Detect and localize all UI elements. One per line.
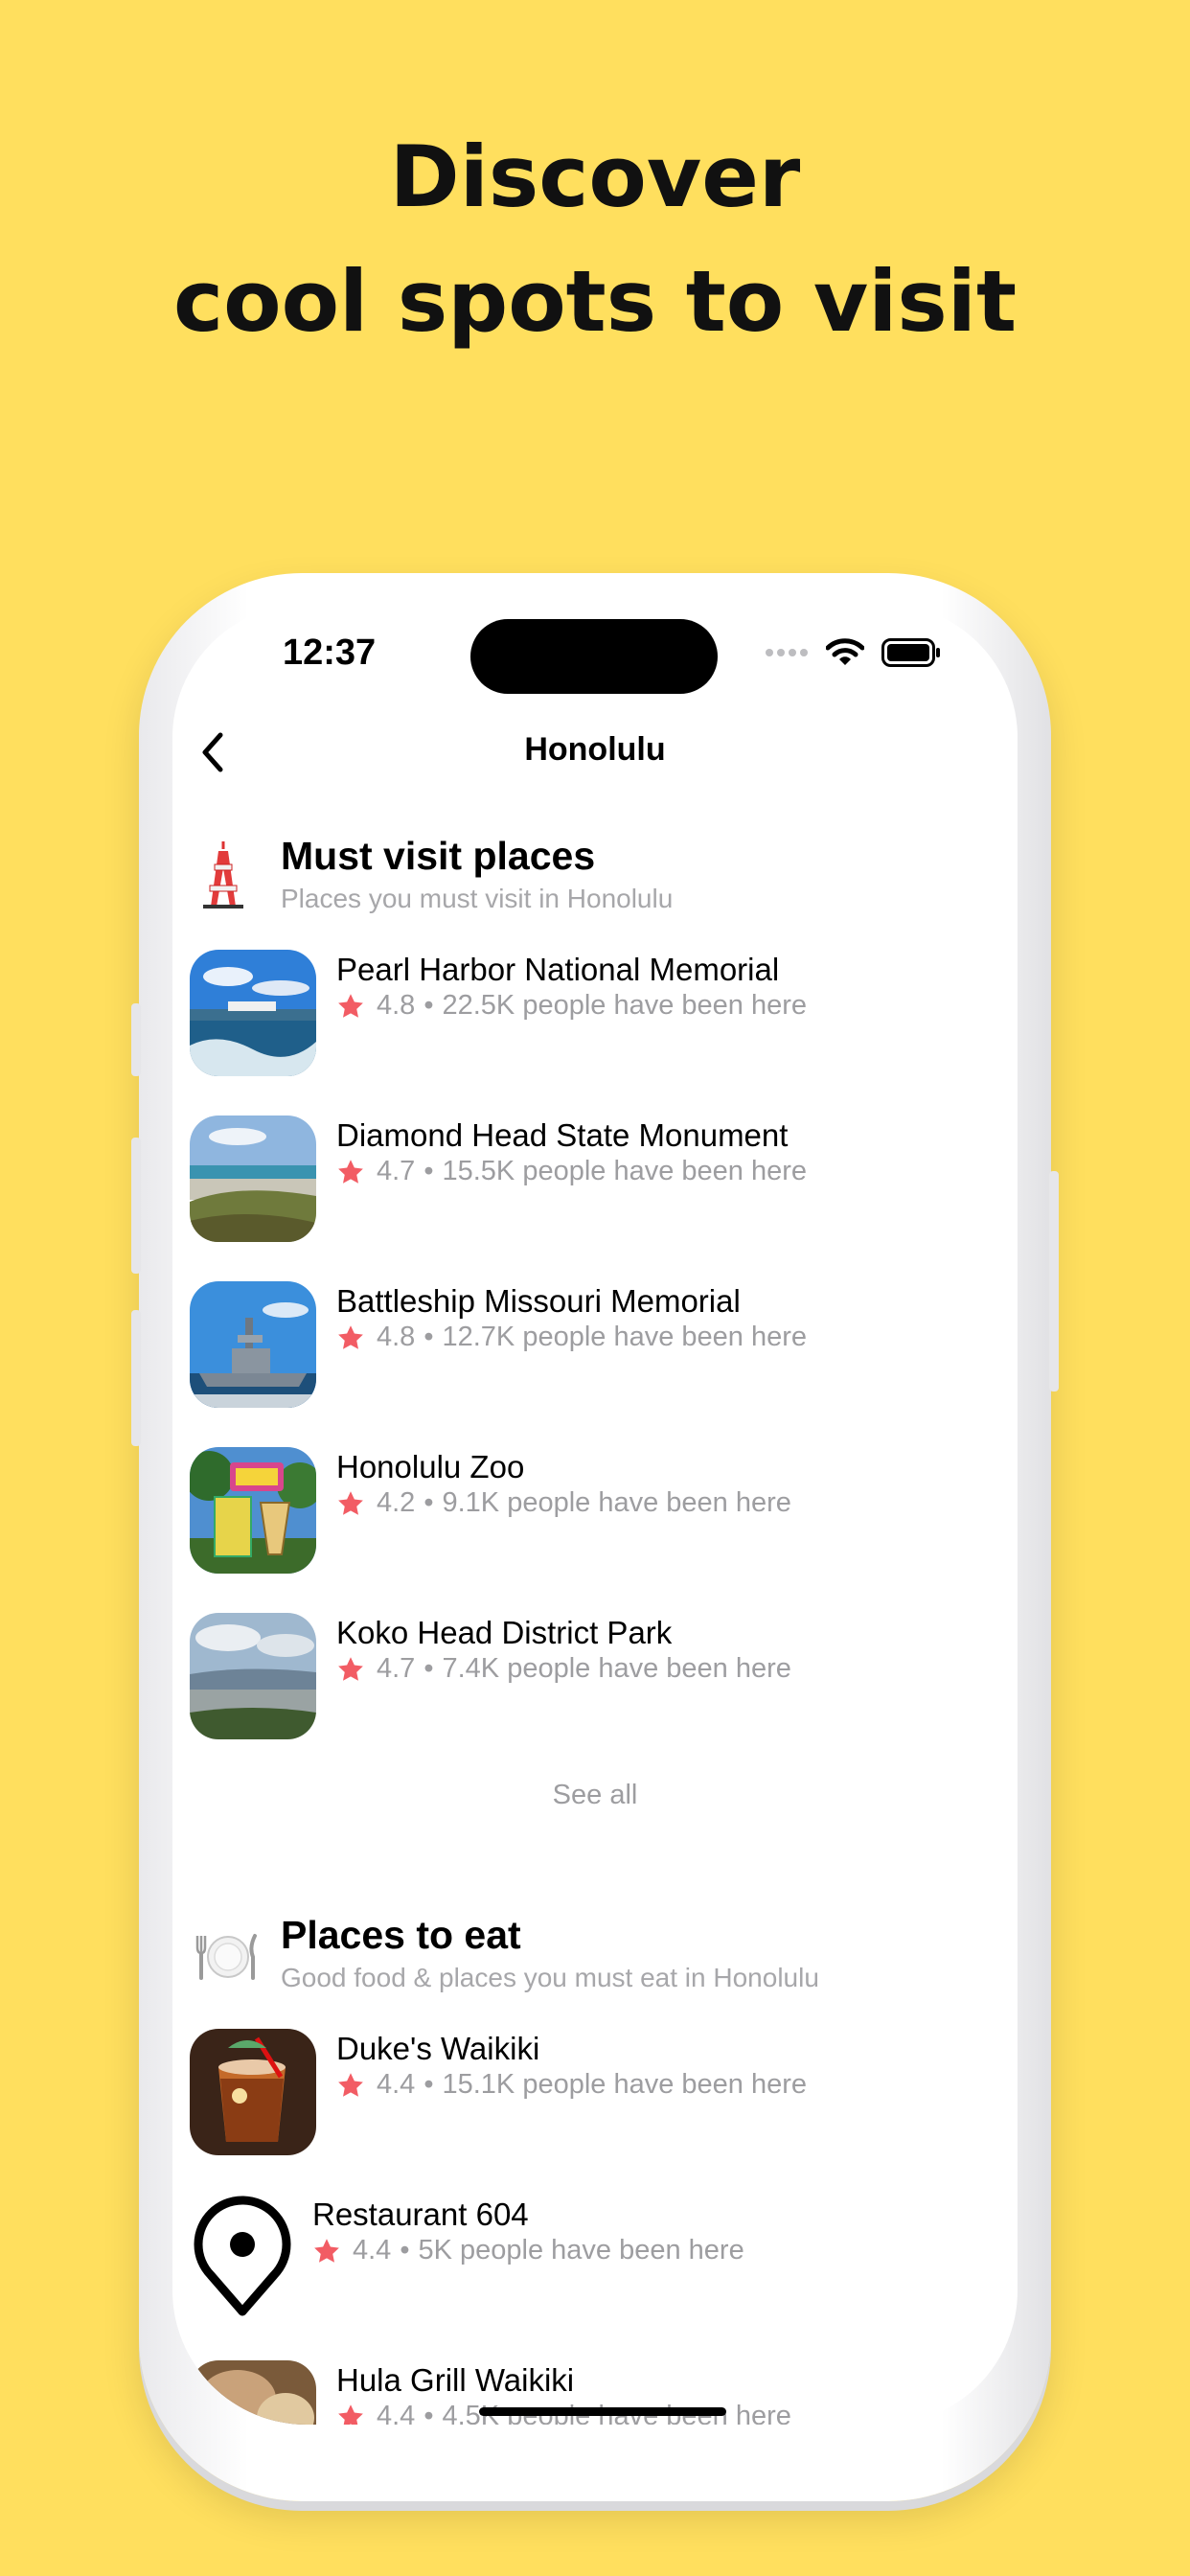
place-name: Restaurant 604: [312, 2196, 529, 2232]
headline: Discover cool spots to visit: [0, 115, 1190, 364]
cellular-signal-icon: [766, 649, 808, 656]
place-photo: [190, 2029, 316, 2155]
rating-value: 4.4: [353, 2235, 392, 2266]
place-name: Duke's Waikiki: [336, 2031, 540, 2066]
wifi-icon: [826, 638, 864, 665]
rating-value: 4.8: [377, 990, 416, 1021]
place-photo: [190, 950, 316, 1076]
place-photo: [190, 1613, 316, 1739]
rating-value: 4.2: [377, 1487, 416, 1518]
place-name: Battleship Missouri Memorial: [336, 1283, 741, 1319]
separator-dot: •: [423, 1487, 434, 1518]
headline-line-1: Discover: [389, 127, 801, 226]
home-indicator[interactable]: [479, 2407, 726, 2416]
place-photo: [190, 2360, 316, 2425]
visitor-count: 5K people have been here: [418, 2235, 744, 2266]
list-item[interactable]: Restaurant 604 4.4 • 5K people have been…: [190, 2195, 1014, 2321]
separator-dot: •: [423, 990, 434, 1021]
page-title: Honolulu: [524, 731, 666, 768]
place-meta: 4.7 • 7.4K people have been here: [336, 1653, 791, 1685]
list-item[interactable]: Diamond Head State Monument 4.7 • 15.5K …: [190, 1116, 1014, 1242]
separator-dot: •: [423, 2069, 434, 2100]
rating-value: 4.4: [377, 2069, 416, 2100]
visitor-count: 15.1K people have been here: [442, 2069, 808, 2100]
star-icon: [338, 1324, 363, 1349]
star-icon: [314, 2238, 339, 2263]
place-photo: [190, 1447, 316, 1574]
plate-cutlery-icon: [195, 1934, 257, 1980]
place-meta: 4.8 • 12.7K people have been here: [336, 1322, 807, 1353]
separator-dot: •: [423, 1156, 434, 1186]
visitor-count: 15.5K people have been here: [442, 1156, 808, 1186]
place-name: Diamond Head State Monument: [336, 1117, 789, 1153]
section-title: Places to eat: [281, 1913, 521, 1957]
star-icon: [338, 2072, 363, 2097]
visitor-count: 12.7K people have been here: [442, 1322, 808, 1352]
place-meta: 4.4 • 15.1K people have been here: [336, 2069, 807, 2101]
dynamic-island: [470, 619, 718, 694]
section-subtitle: Places you must visit in Honolulu: [281, 884, 674, 913]
status-icons: [765, 638, 941, 667]
phone-power-button: [1049, 1171, 1059, 1392]
place-name: Pearl Harbor National Memorial: [336, 952, 780, 987]
section-title: Must visit places: [281, 834, 596, 878]
list-item[interactable]: Battleship Missouri Memorial 4.8 • 12.7K…: [190, 1281, 1014, 1408]
location-pin-icon: [194, 2196, 291, 2316]
place-name: Honolulu Zoo: [336, 1449, 525, 1484]
rating-value: 4.8: [377, 1322, 416, 1352]
rating-value: 4.7: [377, 1653, 416, 1684]
list-item[interactable]: Honolulu Zoo 4.2 • 9.1K people have been…: [190, 1447, 1014, 1574]
phone-action-button: [131, 1003, 141, 1076]
tokyo-tower-icon: [203, 841, 243, 908]
rating-value: 4.4: [377, 2401, 416, 2425]
place-meta: 4.4 • 5K people have been here: [312, 2235, 744, 2266]
visitor-count: 7.4K people have been here: [442, 1653, 791, 1684]
status-time: 12:37: [283, 632, 377, 673]
section-subtitle: Good food & places you must eat in Honol…: [281, 1963, 819, 1992]
separator-dot: •: [423, 1322, 434, 1352]
place-meta: 4.7 • 15.5K people have been here: [336, 1156, 807, 1187]
star-icon: [338, 1656, 363, 1681]
star-icon: [338, 2404, 363, 2425]
separator-dot: •: [400, 2235, 410, 2266]
place-name: Koko Head District Park: [336, 1615, 673, 1650]
rating-value: 4.7: [377, 1156, 416, 1186]
see-all-link[interactable]: See all: [172, 1780, 1018, 1811]
place-meta: 4.8 • 22.5K people have been here: [336, 990, 807, 1022]
headline-line-2: cool spots to visit: [172, 252, 1018, 351]
place-photo: [190, 1116, 316, 1242]
list-item[interactable]: Koko Head District Park 4.7 • 7.4K peopl…: [190, 1613, 1014, 1739]
visitor-count: 22.5K people have been here: [442, 990, 808, 1021]
navigation-bar: Honolulu: [172, 714, 1018, 791]
star-icon: [338, 1490, 363, 1515]
phone-volume-down-button: [131, 1310, 141, 1446]
place-meta: 4.2 • 9.1K people have been here: [336, 1487, 791, 1519]
phone-screen: 12:37 Honolulu Must visit places Places …: [172, 604, 1018, 2425]
phone-volume-up-button: [131, 1138, 141, 1274]
star-icon: [338, 1159, 363, 1184]
separator-dot: •: [423, 1653, 434, 1684]
separator-dot: •: [423, 2401, 434, 2425]
list-item[interactable]: Pearl Harbor National Memorial 4.8 • 22.…: [190, 950, 1014, 1076]
list-item[interactable]: Duke's Waikiki 4.4 • 15.1K people have b…: [190, 2029, 1014, 2155]
place-name: Hula Grill Waikiki: [336, 2362, 575, 2398]
visitor-count: 9.1K people have been here: [442, 1487, 791, 1518]
place-photo: [190, 1281, 316, 1408]
star-icon: [338, 993, 363, 1018]
battery-icon: [881, 638, 940, 667]
